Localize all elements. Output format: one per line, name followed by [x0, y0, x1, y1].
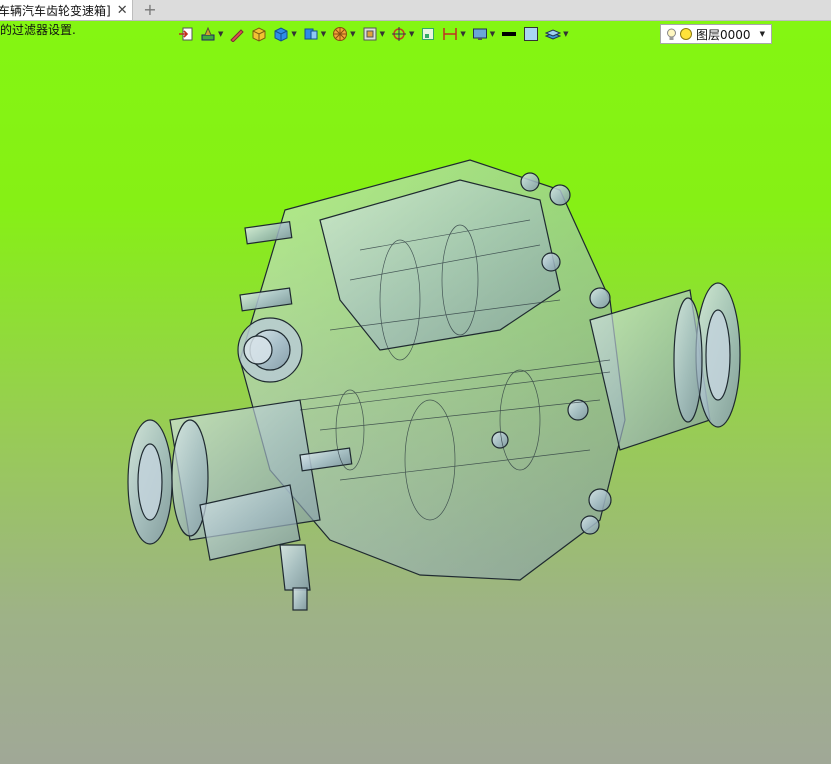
- gearbox-model: [127, 159, 741, 611]
- 3d-viewport[interactable]: [0, 21, 831, 764]
- tool-icon: [201, 26, 215, 41]
- layer-color-dot: [680, 28, 692, 40]
- square-icon: [422, 28, 435, 40]
- pencil-button[interactable]: [229, 26, 245, 42]
- tab-bar: 车辆汽车齿轮变速箱] ✕ +: [0, 0, 831, 21]
- shaded-view-icon: [304, 28, 318, 40]
- pencil-icon: [230, 29, 245, 42]
- tab-title: 车辆汽车齿轮变速箱]: [0, 3, 111, 18]
- frame-icon: [363, 27, 377, 41]
- box-button[interactable]: [251, 26, 267, 42]
- layer-name: 图层0000: [696, 27, 751, 42]
- layer-select[interactable]: 图层0000 ▼: [660, 24, 772, 44]
- measure-icon: [443, 28, 458, 40]
- toolbar: ▼ ▼ ▼ ▼ ▼ ▼ ▼ ▼ ▼: [178, 22, 575, 46]
- box-solid-icon: [252, 27, 266, 42]
- chevron-down-icon[interactable]: ▼: [760, 30, 765, 38]
- square-button[interactable]: [420, 26, 436, 42]
- layer-stack-icon: [545, 29, 562, 40]
- exit-icon: [179, 27, 193, 41]
- snap-button[interactable]: ▼: [391, 26, 414, 42]
- layer-stack-button[interactable]: ▼: [545, 26, 569, 42]
- frame-button[interactable]: ▼: [362, 26, 385, 42]
- fill-color-button[interactable]: [523, 26, 539, 42]
- measure-button[interactable]: ▼: [442, 26, 466, 42]
- cube-button[interactable]: ▼: [273, 26, 297, 42]
- lightbulb-icon: [667, 28, 676, 40]
- exit-button[interactable]: [178, 26, 194, 42]
- status-hint: 的过滤器设置.: [0, 23, 76, 37]
- display-icon: [472, 28, 487, 40]
- tool-button[interactable]: ▼: [200, 26, 223, 42]
- wheel-button[interactable]: ▼: [332, 26, 356, 42]
- snap-icon: [391, 27, 406, 41]
- new-tab-button[interactable]: +: [141, 0, 159, 20]
- line-color-icon: [502, 32, 517, 36]
- document-tab[interactable]: 车辆汽车齿轮变速箱] ✕: [0, 0, 133, 20]
- cube-icon: [274, 27, 288, 42]
- line-color-button[interactable]: [501, 26, 517, 42]
- wheel-icon: [333, 27, 348, 41]
- fill-color-icon: [524, 27, 539, 41]
- shaded-view-button[interactable]: ▼: [303, 26, 326, 42]
- close-icon[interactable]: ✕: [117, 4, 128, 17]
- display-button[interactable]: ▼: [472, 26, 495, 42]
